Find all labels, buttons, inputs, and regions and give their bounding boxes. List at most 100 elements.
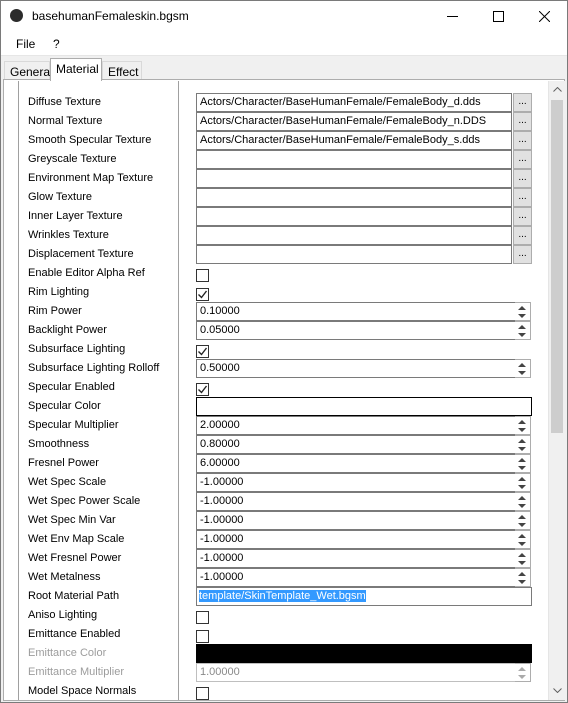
wet-spec-min-var-input[interactable]: -1.00000 [196,511,516,530]
specular-enabled-checkbox[interactable] [196,383,209,396]
wet-spec-power-scale-spinner[interactable] [515,492,531,511]
minimize-button[interactable] [429,1,475,31]
menu-help[interactable]: ? [53,37,60,51]
subsurface-lighting-rolloff-spinner[interactable] [515,359,531,378]
spin-up-icon [518,420,526,424]
glow-texture-field[interactable] [196,188,512,207]
spin-down-icon [518,466,526,470]
label-root-material-path: Root Material Path [28,590,120,602]
spin-up-icon [518,458,526,462]
subsurface-lighting-rolloff-input[interactable]: 0.50000 [196,359,516,378]
diffuse-texture-field[interactable]: Actors/Character/BaseHumanFemale/FemaleB… [196,93,512,112]
spin-down-icon [518,504,526,508]
scroll-down-button[interactable] [549,682,566,699]
label-emittance-enabled: Emittance Enabled [28,628,121,640]
spin-up-icon [518,667,526,671]
checkmark-icon [198,347,208,356]
smooth-specular-texture-field[interactable]: Actors/Character/BaseHumanFemale/FemaleB… [196,131,512,150]
wet-fresnel-power-spinner[interactable] [515,549,531,568]
inner-layer-texture-browse-button[interactable]: ... [513,207,532,226]
scroll-up-button[interactable] [549,81,566,98]
chevron-down-icon [553,688,562,693]
spin-down-icon [518,561,526,565]
label-inner-layer-texture: Inner Layer Texture [28,210,123,222]
scrollbar-thumb[interactable] [551,100,563,433]
title-bar: basehumanFemaleskin.bgsm [1,1,567,31]
environment-map-texture-browse-button[interactable]: ... [513,169,532,188]
spin-down-icon [518,333,526,337]
spin-up-icon [518,572,526,576]
rim-power-spinner[interactable] [515,302,531,321]
wrinkles-texture-field[interactable] [196,226,512,245]
fresnel-power-input[interactable]: 6.00000 [196,454,516,473]
label-environment-map-texture: Environment Map Texture [28,172,154,184]
emittance-color-swatch[interactable] [196,644,532,663]
label-subsurface-lighting: Subsurface Lighting [28,343,126,355]
wet-env-map-scale-spinner[interactable] [515,530,531,549]
spin-up-icon [518,515,526,519]
emittance-multiplier-spinner[interactable] [515,663,531,682]
menu-bar: File ? [1,31,567,56]
label-smoothness: Smoothness [28,438,90,450]
greyscale-texture-browse-button[interactable]: ... [513,150,532,169]
smoothness-input[interactable]: 0.80000 [196,435,516,454]
label-wet-fresnel-power: Wet Fresnel Power [28,552,122,564]
label-wet-env-map-scale: Wet Env Map Scale [28,533,125,545]
label-diffuse-texture: Diffuse Texture [28,96,101,108]
tab-effect[interactable]: Effect [102,61,142,81]
tab-material[interactable]: Material [50,58,102,81]
menu-file[interactable]: File [16,37,35,51]
spin-down-icon [518,523,526,527]
environment-map-texture-field[interactable] [196,169,512,188]
close-button[interactable] [521,1,567,31]
subsurface-lighting-checkbox[interactable] [196,345,209,358]
greyscale-texture-field[interactable] [196,150,512,169]
spin-down-icon [518,485,526,489]
wet-fresnel-power-input[interactable]: -1.00000 [196,549,516,568]
emittance-enabled-checkbox[interactable] [196,630,209,643]
normal-texture-browse-button[interactable]: ... [513,112,532,131]
rim-lighting-checkbox[interactable] [196,288,209,301]
app-icon [10,9,23,22]
specular-multiplier-spinner[interactable] [515,416,531,435]
maximize-button[interactable] [475,1,521,31]
wet-metalness-input[interactable]: -1.00000 [196,568,516,587]
label-specular-color: Specular Color [28,400,101,412]
tab-general[interactable]: General [4,61,53,81]
spin-down-icon [518,580,526,584]
displacement-texture-browse-button[interactable]: ... [513,245,532,264]
aniso-lighting-checkbox[interactable] [196,611,209,624]
normal-texture-field[interactable]: Actors/Character/BaseHumanFemale/FemaleB… [196,112,512,131]
displacement-texture-field[interactable] [196,245,512,264]
wet-spec-min-var-spinner[interactable] [515,511,531,530]
glow-texture-browse-button[interactable]: ... [513,188,532,207]
wet-spec-scale-spinner[interactable] [515,473,531,492]
model-space-normals-checkbox[interactable] [196,687,209,700]
vertical-scrollbar[interactable] [548,81,565,700]
inner-layer-texture-field[interactable] [196,207,512,226]
rim-power-input[interactable]: 0.10000 [196,302,516,321]
backlight-power-input[interactable]: 0.05000 [196,321,516,340]
label-normal-texture: Normal Texture [28,115,103,127]
specular-color-swatch[interactable] [196,397,532,416]
fresnel-power-spinner[interactable] [515,454,531,473]
editor-window: basehumanFemaleskin.bgsm File ? General … [0,0,568,703]
spin-up-icon [518,439,526,443]
diffuse-texture-browse-button[interactable]: ... [513,93,532,112]
enable-editor-alpha-ref-checkbox[interactable] [196,269,209,282]
backlight-power-spinner[interactable] [515,321,531,340]
root-material-path-field[interactable]: template/SkinTemplate_Wet.bgsm [196,587,532,606]
emittance-multiplier-input[interactable]: 1.00000 [196,663,516,682]
smoothness-spinner[interactable] [515,435,531,454]
label-emittance-multiplier: Emittance Multiplier [28,666,124,678]
wet-spec-scale-input[interactable]: -1.00000 [196,473,516,492]
wrinkles-texture-browse-button[interactable]: ... [513,226,532,245]
tab-strip: General Material Effect [1,57,567,81]
wet-metalness-spinner[interactable] [515,568,531,587]
wet-spec-power-scale-input[interactable]: -1.00000 [196,492,516,511]
smooth-specular-texture-browse-button[interactable]: ... [513,131,532,150]
specular-multiplier-input[interactable]: 2.00000 [196,416,516,435]
minimize-icon [446,15,458,17]
wet-env-map-scale-input[interactable]: -1.00000 [196,530,516,549]
label-model-space-normals: Model Space Normals [28,685,137,697]
